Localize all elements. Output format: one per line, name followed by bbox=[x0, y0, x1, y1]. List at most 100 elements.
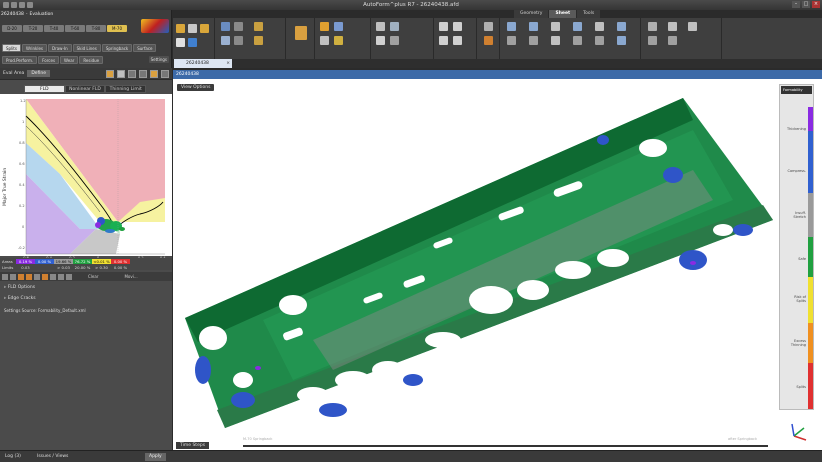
category-wrinkles[interactable]: Wrinkles bbox=[21, 44, 47, 52]
eval-tool-5-icon[interactable] bbox=[150, 69, 158, 78]
category-forces[interactable]: Forces bbox=[38, 56, 60, 64]
settings-button[interactable]: Settings bbox=[148, 56, 169, 63]
issues-views-button[interactable]: Issues / Views bbox=[37, 454, 68, 459]
result-range-icon[interactable] bbox=[595, 36, 604, 45]
fld-tool-4-icon[interactable] bbox=[26, 273, 32, 280]
orbit-icon[interactable] bbox=[254, 22, 263, 31]
category-residue[interactable]: Residue bbox=[79, 56, 104, 64]
time-slider[interactable] bbox=[243, 445, 768, 447]
result-section-icon[interactable] bbox=[529, 22, 538, 31]
eval-area-dropdown[interactable]: Define bbox=[27, 70, 51, 77]
step-t-20[interactable]: T-20 bbox=[23, 25, 43, 32]
view-cursor-icon[interactable] bbox=[221, 22, 230, 31]
sync-icon[interactable] bbox=[376, 22, 385, 31]
result-min-icon[interactable] bbox=[507, 36, 516, 45]
style-grid-icon[interactable] bbox=[484, 22, 493, 31]
rotate-icon[interactable] bbox=[234, 22, 243, 31]
result-table-icon[interactable] bbox=[573, 22, 582, 31]
category-springback[interactable]: Springback bbox=[101, 44, 133, 52]
eval-tool-1-icon[interactable] bbox=[106, 69, 114, 78]
document-tab[interactable]: 26240438 × bbox=[174, 59, 232, 68]
limit-6[interactable]: 0.00 % bbox=[111, 265, 130, 270]
fld-tool-3-icon[interactable] bbox=[18, 273, 24, 280]
measure-icon[interactable] bbox=[334, 22, 343, 31]
limit-5[interactable]: > 0.30 bbox=[92, 265, 111, 270]
sigma-icon[interactable] bbox=[648, 22, 657, 31]
record-icon[interactable] bbox=[376, 36, 385, 45]
tab-geometry[interactable]: Geometry bbox=[514, 10, 549, 18]
step-t-80[interactable]: T-80 bbox=[86, 25, 106, 32]
move-button[interactable]: Movi... bbox=[124, 274, 137, 279]
annotation-icon[interactable] bbox=[320, 22, 329, 31]
category-splits[interactable]: Splits bbox=[2, 44, 21, 52]
step-t-40[interactable]: T-40 bbox=[44, 25, 64, 32]
fit-icon[interactable] bbox=[254, 36, 263, 45]
layers-icon[interactable] bbox=[188, 38, 197, 47]
step-d-20[interactable]: D-20 bbox=[2, 25, 22, 32]
limit-4[interactable]: 20.00 % bbox=[73, 265, 92, 270]
3d-viewport[interactable]: 26240438 View Options Time Steps M-70 Sp… bbox=[173, 70, 822, 450]
fld-tool-6-icon[interactable] bbox=[42, 273, 48, 280]
result-filter-icon[interactable] bbox=[551, 36, 560, 45]
pan-icon[interactable] bbox=[234, 36, 243, 45]
tab-thinning-limit[interactable]: Thinning Limit bbox=[105, 85, 147, 93]
style-color-icon[interactable] bbox=[484, 36, 493, 45]
result-max-icon[interactable] bbox=[529, 36, 538, 45]
limit-3[interactable]: > 0.03 bbox=[54, 265, 73, 270]
cloud-icon[interactable] bbox=[176, 38, 185, 47]
category-wear[interactable]: Wear bbox=[60, 56, 79, 64]
tab-sheet[interactable]: Sheet bbox=[549, 10, 577, 18]
play-icon[interactable] bbox=[668, 22, 677, 31]
category-prod-perform[interactable]: Prod.Perform. bbox=[2, 56, 38, 64]
window-quad-icon[interactable] bbox=[439, 36, 448, 45]
maximize-button[interactable]: □ bbox=[802, 1, 810, 8]
eval-tool-2-icon[interactable] bbox=[117, 69, 125, 78]
category-draw-in[interactable]: Draw-In bbox=[48, 44, 72, 52]
marker-icon[interactable] bbox=[334, 36, 343, 45]
category-skid-lines[interactable]: Skid Lines bbox=[72, 44, 101, 52]
result-label-icon[interactable] bbox=[573, 36, 582, 45]
fld-tool-7-icon[interactable] bbox=[50, 273, 56, 280]
style-brush-icon[interactable] bbox=[295, 26, 307, 40]
step-t-60[interactable]: T-60 bbox=[65, 25, 85, 32]
sigma-settings-icon[interactable] bbox=[668, 36, 677, 45]
record-sigma-icon[interactable] bbox=[688, 22, 697, 31]
note-icon[interactable] bbox=[320, 36, 329, 45]
result-contour-icon[interactable] bbox=[507, 22, 516, 31]
clear-button[interactable]: Clear bbox=[88, 274, 98, 279]
fld-tool-2-icon[interactable] bbox=[10, 273, 16, 280]
close-tab-icon[interactable]: × bbox=[226, 59, 230, 68]
fld-tool-8-icon[interactable] bbox=[58, 273, 64, 280]
log-button[interactable]: Log (3) bbox=[5, 454, 21, 459]
apply-button[interactable]: Apply bbox=[145, 453, 166, 461]
zoom-icon[interactable] bbox=[221, 36, 230, 45]
folder-icon[interactable] bbox=[176, 24, 185, 33]
result-export-icon[interactable] bbox=[617, 36, 626, 45]
page-icon[interactable] bbox=[188, 24, 197, 33]
minimize-button[interactable]: – bbox=[792, 1, 800, 8]
result-point-icon[interactable] bbox=[595, 22, 604, 31]
tab-fld[interactable]: FLD bbox=[24, 85, 65, 93]
fld-tool-9-icon[interactable] bbox=[66, 273, 72, 280]
camera-icon[interactable] bbox=[390, 36, 399, 45]
eval-tool-6-icon[interactable] bbox=[161, 69, 169, 78]
window-single-icon[interactable] bbox=[439, 22, 448, 31]
fld-tool-1-icon[interactable] bbox=[2, 273, 8, 280]
step-m-70[interactable]: M-70 bbox=[107, 25, 127, 32]
result-vector-icon[interactable] bbox=[551, 22, 560, 31]
sigma-chart-icon[interactable] bbox=[648, 36, 657, 45]
result-graph-icon[interactable] bbox=[617, 22, 626, 31]
edge-cracks-section[interactable]: ▹ Edge Cracks bbox=[4, 296, 36, 301]
category-surface[interactable]: Surface bbox=[133, 44, 157, 52]
window-tile-icon[interactable] bbox=[453, 36, 462, 45]
close-button[interactable]: × bbox=[812, 1, 820, 8]
box-icon[interactable] bbox=[200, 24, 209, 33]
tab-tools[interactable]: Tools bbox=[577, 10, 601, 18]
link-icon[interactable] bbox=[390, 22, 399, 31]
eval-tool-3-icon[interactable] bbox=[128, 69, 136, 78]
fld-tool-5-icon[interactable] bbox=[34, 273, 40, 280]
tab-nonlinear-fld[interactable]: Nonlinear FLD bbox=[64, 85, 106, 93]
limit-1[interactable]: 0.03 bbox=[16, 265, 35, 270]
time-steps-button[interactable]: Time Steps bbox=[176, 442, 210, 449]
eval-tool-4-icon[interactable] bbox=[139, 69, 147, 78]
